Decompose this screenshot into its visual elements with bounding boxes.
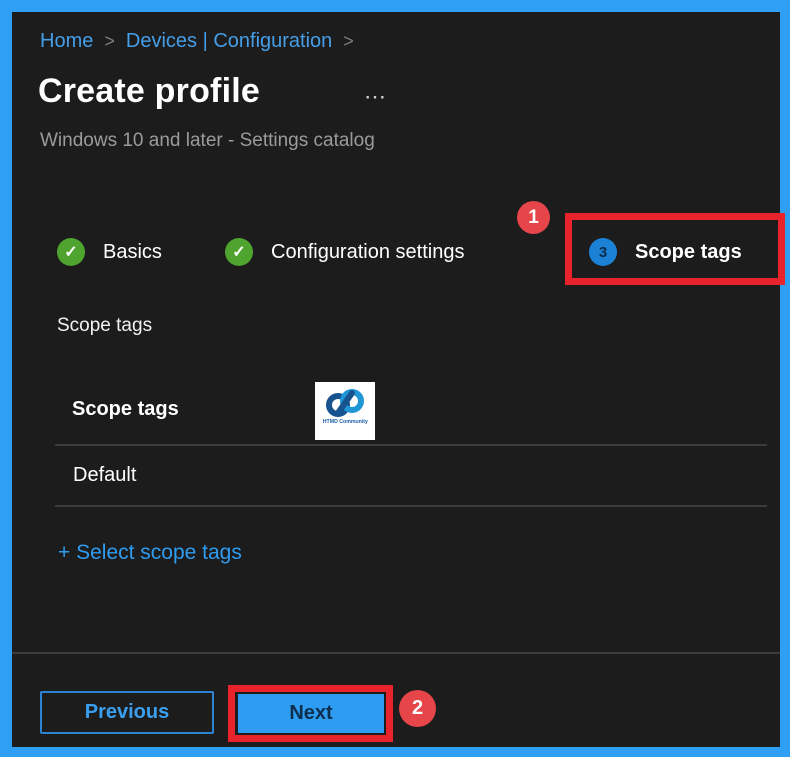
footer-divider [12, 652, 780, 654]
breadcrumb-home-link[interactable]: Home [40, 30, 93, 53]
wizard-step-basics[interactable]: ✓ Basics [57, 238, 162, 266]
wizard-step-configuration-settings[interactable]: ✓ Configuration settings [225, 238, 464, 266]
check-glyph: ✓ [232, 244, 246, 261]
next-button[interactable]: Next [238, 694, 384, 733]
annotation-badge-2: 2 [399, 690, 436, 727]
more-options-icon[interactable]: ⋯ [364, 84, 388, 110]
previous-button[interactable]: Previous [40, 691, 214, 734]
breadcrumb: Home > Devices | Configuration > [40, 30, 354, 53]
check-icon: ✓ [225, 238, 253, 266]
wizard-step-scope-tags[interactable]: 3 Scope tags [589, 238, 742, 266]
create-profile-panel: Home > Devices | Configuration > Create … [12, 12, 785, 747]
screenshot-frame: Home > Devices | Configuration > Create … [0, 0, 790, 757]
table-divider [55, 444, 767, 446]
wizard-step-label: Basics [103, 240, 162, 263]
section-label-scope-tags: Scope tags [57, 315, 153, 336]
page-title: Create profile [38, 72, 260, 110]
check-icon: ✓ [57, 238, 85, 266]
table-divider [55, 505, 767, 507]
htmd-community-logo: HTMD Community [315, 382, 375, 440]
htmd-logo-icon [326, 389, 364, 417]
scope-tags-column-header: Scope tags [72, 398, 179, 420]
page-subtitle: Windows 10 and later - Settings catalog [40, 130, 375, 151]
scope-tag-row-default: Default [73, 464, 137, 486]
annotation-badge-1: 1 [517, 201, 550, 234]
wizard-step-label: Scope tags [635, 240, 742, 263]
check-glyph: ✓ [64, 244, 78, 261]
step-number: 3 [598, 243, 608, 261]
breadcrumb-devices-configuration-link[interactable]: Devices | Configuration [126, 30, 332, 53]
wizard-step-label: Configuration settings [271, 240, 465, 263]
select-scope-tags-link[interactable]: + Select scope tags [58, 541, 242, 565]
htmd-logo-caption: HTMD Community [322, 419, 368, 425]
breadcrumb-separator-icon: > [104, 31, 115, 51]
step-number-badge: 3 [589, 238, 617, 266]
breadcrumb-separator-icon: > [343, 31, 354, 51]
